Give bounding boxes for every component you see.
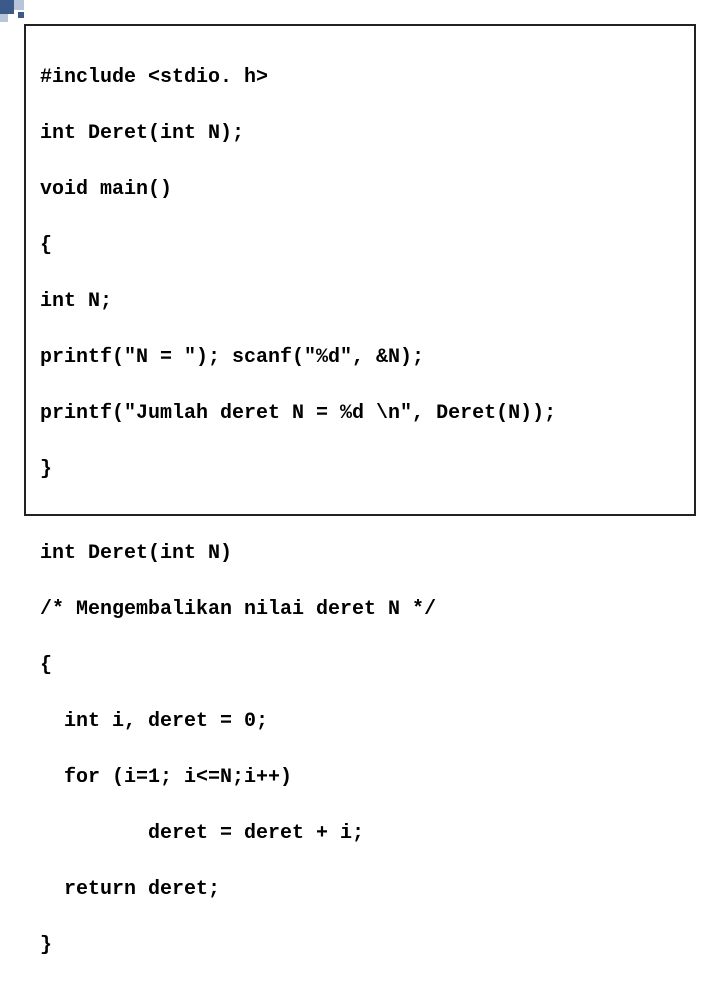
code-line: } [40, 456, 680, 484]
code-line: int N; [40, 288, 680, 316]
code-line: int i, deret = 0; [40, 708, 680, 736]
code-line: printf("Jumlah deret N = %d \n", Deret(N… [40, 400, 680, 428]
code-line: for (i=1; i<=N;i++) [40, 764, 680, 792]
code-line: int Deret(int N) [40, 540, 680, 568]
code-line: int Deret(int N); [40, 120, 680, 148]
code-line: { [40, 652, 680, 680]
code-line: #include <stdio. h> [40, 64, 680, 92]
code-line: /* Mengembalikan nilai deret N */ [40, 596, 680, 624]
code-line: deret = deret + i; [40, 820, 680, 848]
code-line: void main() [40, 176, 680, 204]
code-line: return deret; [40, 876, 680, 904]
code-line: { [40, 232, 680, 260]
code-line: printf("N = "); scanf("%d", &N); [40, 344, 680, 372]
code-line: } [40, 932, 680, 960]
code-block: #include <stdio. h> int Deret(int N); vo… [24, 24, 696, 516]
